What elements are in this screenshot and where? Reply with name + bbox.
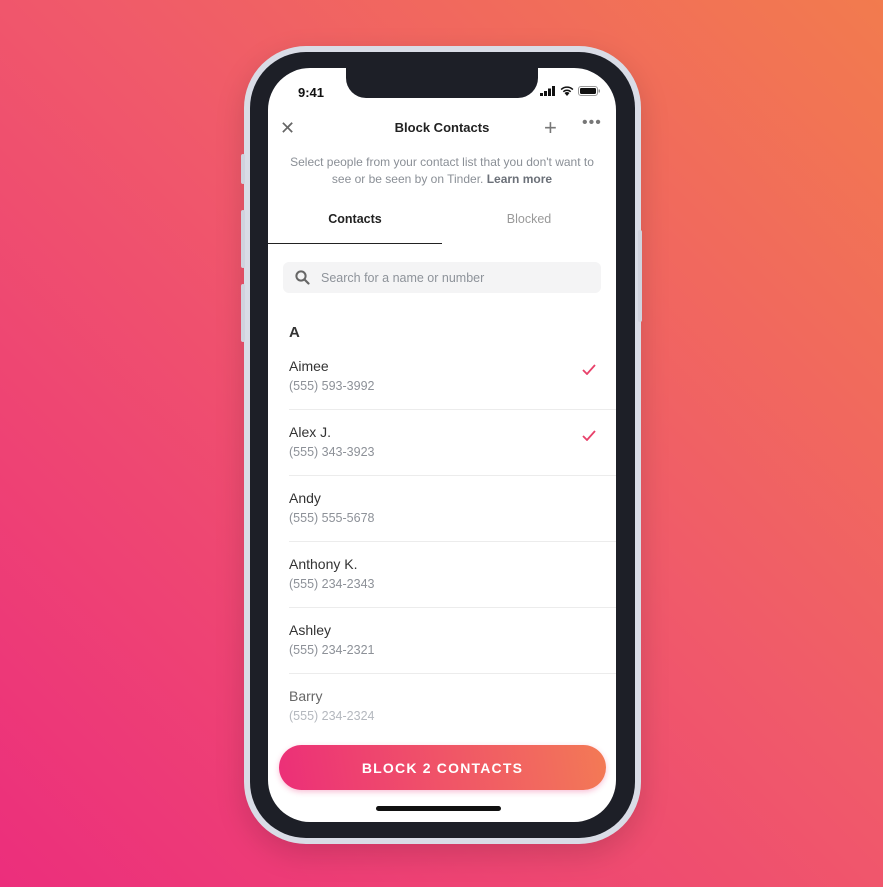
contact-row[interactable]: Ashley (555) 234-2321 — [289, 608, 616, 674]
notch — [346, 68, 538, 98]
tab-bar: Contacts Blocked — [268, 210, 616, 244]
tab-contacts[interactable]: Contacts — [268, 210, 442, 244]
contact-name: Barry — [289, 688, 323, 704]
tab-blocked[interactable]: Blocked — [442, 210, 616, 244]
volume-up-button — [241, 210, 245, 268]
more-icon[interactable]: ••• — [582, 114, 602, 132]
description: Select people from your contact list tha… — [288, 154, 596, 188]
contact-name: Alex J. — [289, 424, 332, 440]
volume-down-button — [241, 284, 245, 342]
contact-phone: (555) 555-5678 — [289, 511, 375, 525]
app-screen: 9:41 ✕ Block Contacts + ••• Select peopl… — [268, 68, 616, 822]
mute-switch — [241, 154, 245, 184]
contact-row[interactable]: Alex J. (555) 343-3923 — [289, 410, 616, 476]
contact-row[interactable]: Andy (555) 555-5678 — [289, 476, 616, 542]
contact-row[interactable]: Anthony K. (555) 234-2343 — [289, 542, 616, 608]
contact-phone: (555) 593-3992 — [289, 379, 375, 393]
contact-phone: (555) 234-2321 — [289, 643, 375, 657]
battery-icon — [578, 86, 600, 96]
search-icon — [295, 270, 310, 285]
section-header: A — [289, 324, 300, 341]
add-icon[interactable]: + — [544, 115, 557, 141]
page-title: Block Contacts — [394, 120, 490, 135]
learn-more-link[interactable]: Learn more — [487, 172, 552, 186]
checkmark-icon — [582, 430, 596, 441]
signal-icon — [540, 86, 555, 96]
contact-phone: (555) 234-2343 — [289, 577, 375, 591]
contact-name: Anthony K. — [289, 556, 358, 572]
status-icons — [540, 86, 600, 96]
contact-name: Aimee — [289, 358, 329, 374]
home-indicator — [376, 806, 501, 811]
checkmark-icon — [582, 364, 596, 375]
contact-name: Andy — [289, 490, 321, 506]
contact-phone: (555) 343-3923 — [289, 445, 375, 459]
contact-name: Ashley — [289, 622, 332, 638]
block-contacts-button[interactable]: BLOCK 2 CONTACTS — [279, 745, 606, 790]
header: ✕ Block Contacts + ••• — [268, 114, 616, 141]
contact-row[interactable]: Barry (555) 234-2324 — [289, 674, 616, 740]
wifi-icon — [560, 86, 574, 96]
search-input[interactable] — [321, 270, 581, 285]
contact-row[interactable]: Aimee (555) 593-3992 — [289, 344, 616, 410]
contact-list: Aimee (555) 593-3992 Alex J. (555) 343-392… — [268, 344, 616, 740]
contact-phone: (555) 234-2324 — [289, 709, 375, 723]
search-bar — [283, 262, 601, 293]
power-button — [638, 230, 642, 322]
status-time: 9:41 — [298, 85, 325, 100]
